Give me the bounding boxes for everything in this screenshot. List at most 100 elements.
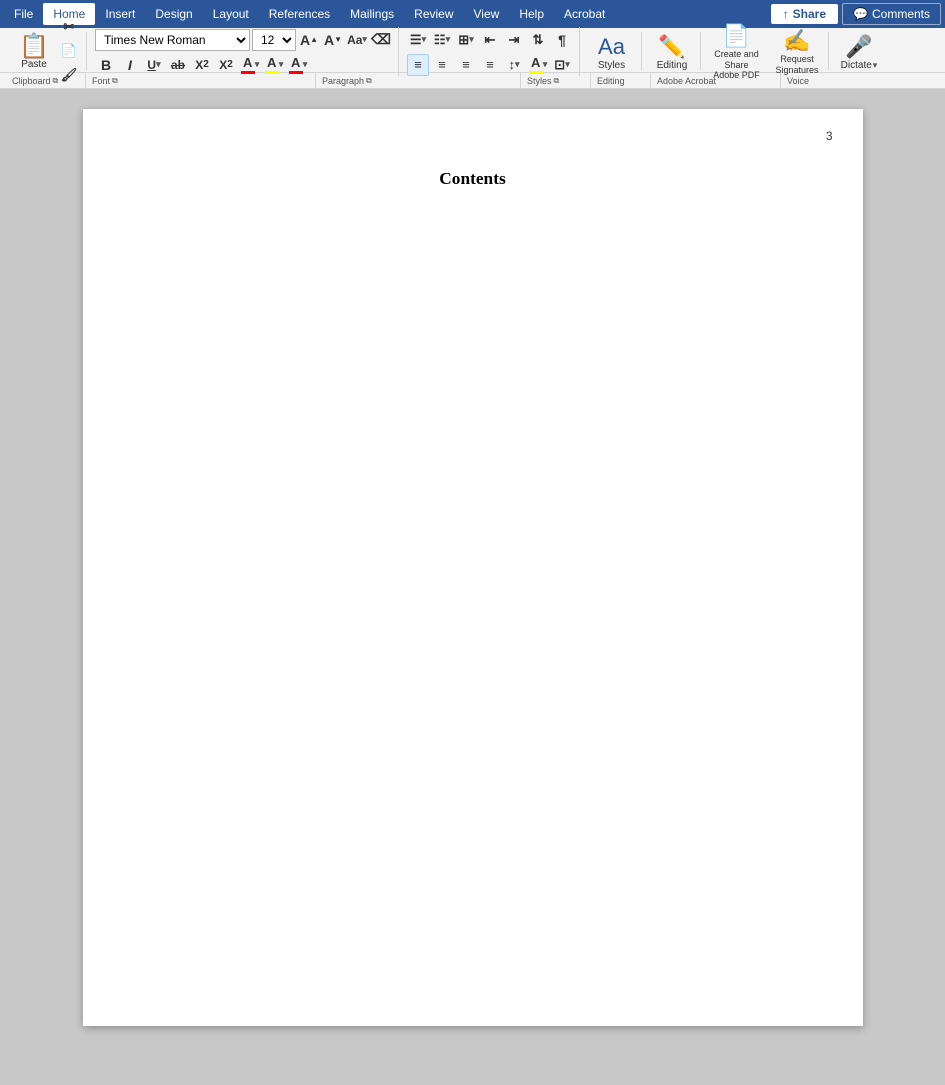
bullets-icon: ☰ [410, 32, 422, 48]
paste-label: Paste [21, 59, 47, 70]
adobe-pdf-icon: 📄 [723, 23, 750, 49]
adobe-section-label: Adobe Acrobat [657, 76, 716, 86]
numbering-icon: ☷ [434, 32, 446, 48]
decrease-indent-icon: ⇤ [485, 32, 496, 48]
create-share-pdf-button[interactable]: 📄 Create and ShareAdobe PDF [709, 23, 764, 79]
align-left-icon: ≡ [414, 57, 422, 72]
menu-review[interactable]: Review [404, 3, 463, 25]
shrink-font-button[interactable]: A▼ [322, 29, 344, 51]
styles-label-section: Styles ⧉ [521, 73, 591, 88]
signatures-icon: ✍️ [783, 28, 810, 54]
grow-font-button[interactable]: A▲ [298, 29, 320, 51]
comments-button[interactable]: 💬 Comments [842, 3, 941, 25]
justify-icon: ≡ [486, 57, 494, 72]
editing-group: ✏️ Editing [644, 32, 701, 70]
voice-section-label: Voice [787, 76, 809, 86]
dictate-icon: 🎤 [845, 34, 872, 60]
share-icon: ↑ [783, 7, 789, 21]
editing-label: Editing [657, 60, 688, 71]
editing-label-section: Editing [591, 73, 651, 88]
document-area: 3 Contents [0, 89, 945, 1046]
menu-layout[interactable]: Layout [203, 3, 259, 25]
font-label-section: Font ⧉ [86, 73, 316, 88]
bullets-button[interactable]: ☰ ▾ [407, 29, 429, 51]
styles-section-label: Styles [527, 76, 552, 86]
cut-button[interactable]: ✂ [58, 16, 80, 38]
styles-group: Aa Styles [582, 32, 642, 70]
menu-file[interactable]: File [4, 3, 43, 25]
share-label: Share [793, 7, 826, 21]
numbering-button[interactable]: ☷ ▾ [431, 29, 453, 51]
voice-label-section: Voice [781, 73, 815, 88]
copy-button[interactable]: 📄 [58, 40, 80, 62]
sort-button[interactable]: ⇅ [527, 29, 549, 51]
paragraph-label-section: Paragraph ⧉ [316, 73, 521, 88]
clipboard-section-label: Clipboard [12, 76, 51, 86]
menu-mailings[interactable]: Mailings [340, 3, 404, 25]
align-right-icon: ≡ [462, 57, 470, 72]
clear-formatting-button[interactable]: ⌫ [370, 29, 392, 51]
clipboard-expand-icon[interactable]: ⧉ [53, 76, 59, 86]
paragraph-mark-icon: ¶ [558, 32, 566, 48]
menu-view[interactable]: View [464, 3, 510, 25]
paragraph-expand-icon[interactable]: ⧉ [366, 76, 372, 86]
adobe-acrobat-group: 📄 Create and ShareAdobe PDF ✍️ RequestSi… [703, 32, 829, 70]
toolbar-row1: 📋 Paste ✂ 📄 🖌 Times New Roman 12 A▲ A▼ A… [0, 28, 945, 72]
borders-icon: ⊡ [554, 57, 565, 73]
clipboard-group: 📋 Paste ✂ 📄 🖌 [6, 32, 87, 70]
ribbon: 📋 Paste ✂ 📄 🖌 Times New Roman 12 A▲ A▼ A… [0, 28, 945, 89]
paste-button[interactable]: 📋 Paste [12, 23, 56, 79]
page-number: 3 [826, 129, 833, 143]
comments-icon: 💬 [853, 7, 868, 21]
menu-help[interactable]: Help [509, 3, 554, 25]
voice-group: 🎤 Dictate ▾ [831, 32, 887, 70]
styles-expand-icon[interactable]: ⧉ [554, 76, 560, 86]
align-center-icon: ≡ [438, 57, 446, 72]
show-formatting-button[interactable]: ¶ [551, 29, 573, 51]
document-page[interactable]: 3 Contents [83, 109, 863, 1026]
decrease-indent-button[interactable]: ⇤ [479, 29, 501, 51]
font-section-label: Font [92, 76, 110, 86]
font-family-select[interactable]: Times New Roman [95, 29, 250, 51]
font-color-icon: A [243, 55, 252, 70]
menu-insert[interactable]: Insert [95, 3, 145, 25]
eraser-icon: ⌫ [371, 31, 391, 48]
clipboard-label-section: Clipboard ⧉ [6, 73, 86, 88]
paragraph-group-row1: ☰ ▾ ☷ ▾ ⊞ ▾ ⇤ ⇥ ⇅ [401, 27, 580, 76]
styles-label: Styles [598, 60, 625, 71]
paragraph-section-label: Paragraph [322, 76, 364, 86]
font-group-row1: Times New Roman 12 A▲ A▼ Aa▾ ⌫ B I U ▾ [89, 27, 399, 76]
text-color-icon: A [291, 55, 300, 70]
font-size-select[interactable]: 12 [252, 29, 296, 51]
change-case-button[interactable]: Aa▾ [346, 29, 368, 51]
styles-button[interactable]: Aa Styles [590, 29, 634, 74]
font-expand-icon[interactable]: ⧉ [112, 76, 118, 86]
increase-indent-button[interactable]: ⇥ [503, 29, 525, 51]
editing-icon: ✏️ [658, 34, 685, 60]
page-content: Contents [163, 169, 783, 189]
menu-design[interactable]: Design [145, 3, 202, 25]
share-button[interactable]: ↑ Share [771, 4, 838, 24]
underline-icon: U [147, 58, 156, 72]
request-signatures-button[interactable]: ✍️ RequestSignatures [772, 23, 822, 79]
increase-indent-icon: ⇥ [509, 32, 520, 48]
highlight-icon: A [267, 55, 276, 70]
menu-acrobat[interactable]: Acrobat [554, 3, 615, 25]
dictate-label: Dictate [841, 60, 872, 71]
multilevel-icon: ⊞ [458, 32, 469, 48]
ribbon-labels-row: Clipboard ⧉ Font ⧉ Paragraph ⧉ Styles ⧉ … [0, 72, 945, 88]
adobe-label-section: Adobe Acrobat [651, 73, 781, 88]
shading-icon: A [531, 55, 540, 70]
menu-right-actions: ↑ Share 💬 Comments [771, 3, 941, 25]
font-selector-row: Times New Roman 12 A▲ A▼ Aa▾ ⌫ [95, 29, 392, 51]
editing-button[interactable]: ✏️ Editing [650, 29, 694, 74]
editing-section-label: Editing [597, 76, 625, 86]
comments-label: Comments [872, 7, 930, 21]
sort-icon: ⇅ [533, 32, 544, 48]
multilevel-list-button[interactable]: ⊞ ▾ [455, 29, 477, 51]
dictate-button[interactable]: 🎤 Dictate ▾ [837, 29, 881, 74]
dictate-dropdown-icon[interactable]: ▾ [873, 60, 878, 71]
contents-heading: Contents [163, 169, 783, 189]
styles-icon: Aa [598, 34, 625, 60]
menu-references[interactable]: References [259, 3, 340, 25]
